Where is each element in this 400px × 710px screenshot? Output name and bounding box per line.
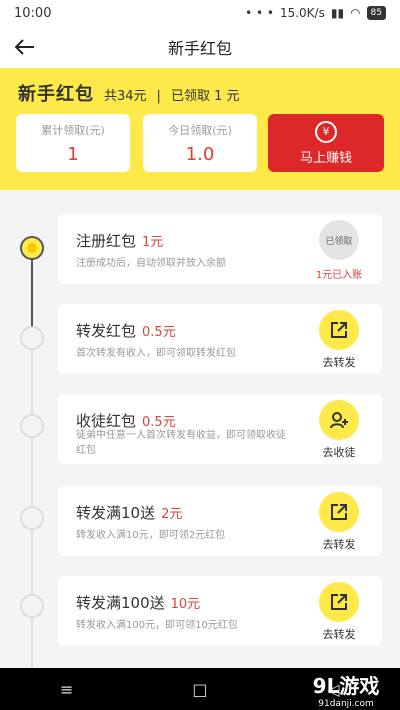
battery-icon: 85	[366, 6, 386, 20]
earn-now-button[interactable]: ¥ 马上赚钱	[268, 114, 384, 172]
watermark-logo: 9L游戏 91danji.com	[296, 670, 396, 709]
timeline-dot	[20, 414, 44, 438]
status-time: 10:00	[14, 5, 52, 21]
summary-header: 新手红包 共34元 | 已领取 1 元 累计领取(元) 1 今日领取(元) 1.…	[0, 68, 400, 190]
task-amount: 0.5元	[142, 325, 176, 340]
task-title-text: 转发满10送	[76, 504, 156, 522]
cumulative-label: 累计领取(元)	[41, 124, 105, 137]
task-title-text: 转发红包	[76, 322, 137, 340]
menu-icon[interactable]: ≡	[47, 674, 87, 704]
share-icon	[319, 492, 359, 532]
divider: |	[156, 89, 161, 104]
action-label: 去转发	[322, 538, 356, 551]
today-label: 今日领取(元)	[168, 124, 232, 137]
home-icon[interactable]: □	[180, 674, 220, 704]
task-title: 转发红包 0.5元	[76, 320, 176, 341]
watermark-url: 91danji.com	[318, 699, 374, 709]
timeline-dot-done	[20, 236, 44, 260]
cumulative-card: 累计领取(元) 1	[16, 114, 130, 172]
timeline-progress	[31, 248, 33, 332]
task-desc: 注册成功后，自动领取并放入余额	[76, 258, 226, 269]
total-amount: 共34元	[104, 89, 147, 104]
go-recruit-button[interactable]: 去收徒	[308, 400, 370, 460]
timeline-dot	[20, 594, 44, 618]
task-card-share: 转发红包 0.5元 首次转发有收入，即可领取转发红包 去转发	[58, 304, 382, 374]
add-user-icon	[319, 400, 359, 440]
task-desc: 徒弟中任意一人首次转发有收益，即可领取收徒红包	[76, 430, 286, 456]
task-desc: 转发收入满100元，即可领10元红包	[76, 620, 238, 631]
earn-now-label: 马上赚钱	[299, 150, 352, 166]
nav-bar: 新手红包	[0, 26, 400, 68]
task-desc: 首次转发有收入，即可领取转发红包	[76, 348, 236, 359]
share-icon	[319, 310, 359, 350]
today-card: 今日领取(元) 1.0	[143, 114, 257, 172]
network-speed: 15.0K/s	[279, 6, 325, 20]
timeline-dot	[20, 506, 44, 530]
task-card-share-100: 转发满100送 10元 转发收入满100元，即可领10元红包 去转发	[58, 576, 382, 646]
claimed-amount: 已领取 1 元	[170, 89, 240, 104]
task-title: 转发满100送 10元	[76, 592, 200, 613]
wifi-icon: ◠	[350, 6, 361, 20]
status-icons: • • • 15.0K/s ▮▮ ◠ 85	[245, 6, 386, 20]
claimed-sub: 1元已入账	[315, 270, 363, 281]
task-amount: 2元	[161, 507, 183, 522]
task-title: 注册红包 1元	[76, 230, 163, 251]
task-card-share-10: 转发满10送 2元 转发收入满10元，即可领2元红包 去转发	[58, 486, 382, 556]
go-share-button[interactable]: 去转发	[308, 582, 370, 642]
task-desc: 转发收入满10元，即可领2元红包	[76, 530, 226, 541]
claimed-status: 已领取 1元已入账	[308, 220, 370, 281]
page-title: 新手红包	[167, 39, 232, 58]
summary-line: 新手红包 共34元 | 已领取 1 元	[18, 80, 239, 106]
action-label: 去转发	[322, 356, 356, 369]
signal-icon: ▮▮	[330, 6, 345, 20]
today-value: 1.0	[185, 144, 215, 165]
coin-icon: ¥	[315, 120, 337, 143]
task-amount: 10元	[170, 597, 201, 612]
go-share-button[interactable]: 去转发	[308, 492, 370, 552]
back-button[interactable]	[10, 32, 40, 62]
status-dots: • • •	[245, 6, 274, 20]
task-card-register: 注册红包 1元 注册成功后，自动领取并放入余额 已领取 1元已入账	[58, 214, 382, 284]
task-title-text: 转发满100送	[76, 594, 165, 612]
task-title: 转发满10送 2元	[76, 502, 182, 523]
cumulative-value: 1	[67, 144, 79, 165]
status-bar: 10:00 • • • 15.0K/s ▮▮ ◠ 85	[0, 0, 400, 26]
task-card-recruit: 收徒红包 0.5元 徒弟中任意一人首次转发有收益，即可领取收徒红包 去收徒	[58, 394, 382, 464]
share-icon	[319, 582, 359, 622]
task-title-text: 注册红包	[76, 232, 137, 250]
timeline-dot	[20, 326, 44, 350]
watermark-text: 9L游戏	[312, 674, 380, 698]
claimed-badge: 已领取	[319, 220, 359, 260]
task-amount: 1元	[142, 235, 164, 250]
action-label: 去转发	[322, 628, 356, 641]
action-label: 去收徒	[322, 446, 356, 459]
arrow-left-icon	[15, 39, 34, 55]
go-share-button[interactable]: 去转发	[308, 310, 370, 370]
summary-title: 新手红包	[18, 84, 94, 105]
